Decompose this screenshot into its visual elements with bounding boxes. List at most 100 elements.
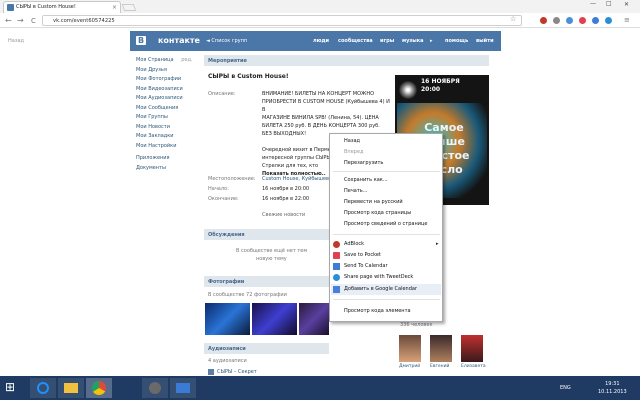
- ctx-back[interactable]: Назад: [344, 138, 360, 144]
- tab-title: СЫРЫ в Custom House!: [16, 4, 76, 10]
- nav-more-arrow-icon[interactable]: ▸: [430, 38, 433, 44]
- menu-news[interactable]: Мои Новости: [136, 124, 196, 134]
- menu-friends[interactable]: Мои Друзья: [136, 67, 196, 77]
- bookmark-star-icon[interactable]: ☆: [510, 15, 516, 23]
- pocket-extension-icon[interactable]: [579, 17, 586, 24]
- ie-icon: [37, 382, 49, 394]
- close-window-button[interactable]: ✕: [624, 1, 629, 8]
- end-value: 16 ноября в 22:00: [262, 196, 310, 202]
- forward-icon[interactable]: →: [17, 16, 24, 25]
- back-icon[interactable]: ←: [5, 16, 12, 25]
- ctx-translate[interactable]: Перевести на русский: [344, 199, 403, 205]
- google-calendar-icon: [333, 286, 340, 293]
- poster-date: 16 НОЯБРЯ: [421, 78, 460, 85]
- ctx-inspect-element[interactable]: Просмотр кода элемента: [344, 308, 411, 314]
- menu-my-page[interactable]: Моя Страница ред.: [136, 57, 196, 67]
- ctx-page-info[interactable]: Просмотр сведений о странице: [344, 221, 427, 227]
- url-field[interactable]: vk.com/event60574225: [42, 15, 522, 26]
- menu-groups[interactable]: Мои Группы: [136, 114, 196, 124]
- ctx-adblock[interactable]: AdBlock: [344, 241, 364, 247]
- explorer-taskbar-button[interactable]: [58, 378, 84, 398]
- member-avatar[interactable]: [461, 335, 483, 362]
- poster-time: 20:00: [421, 86, 441, 93]
- ctx-share-tweetdeck[interactable]: Share page with TweetDeck: [344, 274, 413, 280]
- photo-thumbnail[interactable]: [299, 303, 329, 335]
- member-name[interactable]: Елизавета: [461, 364, 486, 369]
- photos-count: В сообществе 72 фотографии: [208, 292, 287, 298]
- member-avatar[interactable]: [430, 335, 452, 362]
- ctx-save-as[interactable]: Сохранить как...: [344, 177, 388, 183]
- members-count: 336 человек: [400, 322, 433, 328]
- menu-messages[interactable]: Мои Сообщения: [136, 105, 196, 115]
- photos-header[interactable]: Фотографии: [204, 276, 329, 287]
- nav-help[interactable]: помощь: [445, 38, 468, 44]
- calendar-extension-icon[interactable]: [592, 17, 599, 24]
- headphones-extension-icon[interactable]: [553, 17, 560, 24]
- nav-games[interactable]: игры: [380, 38, 394, 44]
- ctx-send-to-calendar[interactable]: Send To Calendar: [344, 263, 388, 269]
- ie-taskbar-button[interactable]: [30, 378, 56, 398]
- member-avatar[interactable]: [399, 335, 421, 362]
- chrome-taskbar-button[interactable]: [86, 378, 112, 398]
- nav-music[interactable]: музыка: [402, 38, 424, 44]
- photo-thumbnail[interactable]: [252, 303, 297, 335]
- member-name[interactable]: Дмитрий: [399, 364, 420, 369]
- groups-list-link[interactable]: ◄ Список групп: [206, 38, 247, 44]
- back-link[interactable]: Назад: [8, 38, 24, 44]
- close-tab-icon[interactable]: ×: [112, 4, 117, 11]
- start-button[interactable]: ⊞: [5, 380, 15, 394]
- ctx-add-google-calendar[interactable]: Добавить в Google Calendar: [344, 286, 417, 292]
- nav-people[interactable]: люди: [313, 38, 329, 44]
- new-tab-button[interactable]: [121, 4, 137, 11]
- audio-header[interactable]: Аудиозаписи: [204, 343, 329, 354]
- ctx-reload[interactable]: Перезагрузить: [344, 160, 383, 166]
- extension-icon[interactable]: [566, 17, 573, 24]
- event-title: СЫРЫ в Custom House!: [208, 73, 289, 80]
- ctx-forward: Вперед: [344, 149, 364, 155]
- menu-apps[interactable]: Приложения: [136, 155, 196, 165]
- vk-logo[interactable]: В: [136, 36, 147, 45]
- app-icon: [176, 383, 190, 393]
- ctx-separator: [333, 171, 440, 172]
- vk-favicon-icon: [7, 4, 14, 11]
- play-icon[interactable]: [208, 369, 214, 375]
- location-value[interactable]: Custom House, Куйбышева: [262, 176, 332, 182]
- photo-thumbnail[interactable]: [205, 303, 250, 335]
- ctx-print[interactable]: Печать...: [344, 188, 367, 194]
- menu-videos[interactable]: Мои Видеозаписи: [136, 86, 196, 96]
- submenu-arrow-icon: ▸: [436, 241, 439, 247]
- start-label: Начало:: [208, 186, 229, 192]
- menu-bookmarks[interactable]: Мои Закладки: [136, 133, 196, 143]
- menu-photos[interactable]: Мои Фотографии: [136, 76, 196, 86]
- menu-audio[interactable]: Мои Аудиозаписи: [136, 95, 196, 105]
- adblock-extension-icon[interactable]: [540, 17, 547, 24]
- member-name[interactable]: Евгений: [430, 364, 449, 369]
- menu-edit-link[interactable]: ред.: [181, 57, 192, 63]
- ctx-save-to-pocket[interactable]: Save to Pocket: [344, 252, 381, 258]
- discussions-new-topic[interactable]: новую тему: [256, 256, 287, 262]
- event-section-header: Мероприятие: [204, 55, 489, 66]
- app-taskbar-button[interactable]: [142, 378, 168, 398]
- ctx-view-source[interactable]: Просмотр кода страницы: [344, 210, 411, 216]
- latest-news-link[interactable]: Свежие новости: [262, 212, 305, 218]
- discussions-header[interactable]: Обсуждения: [204, 229, 329, 240]
- nav-communities[interactable]: сообщества: [338, 38, 373, 44]
- app-taskbar-button[interactable]: [170, 378, 196, 398]
- minimize-button[interactable]: —: [590, 0, 596, 7]
- clock-time: 19:31: [605, 381, 620, 387]
- language-indicator[interactable]: ENG: [560, 385, 571, 391]
- audio-item[interactable]: СЫРЫ – Секрет: [217, 369, 257, 375]
- menu-documents[interactable]: Документы: [136, 165, 196, 175]
- taskbar-clock[interactable]: 19:31 10.11.2013: [598, 380, 627, 396]
- maximize-button[interactable]: □: [606, 0, 612, 7]
- vk-logo-text[interactable]: контакте: [158, 36, 200, 45]
- tweetdeck-extension-icon[interactable]: [605, 17, 612, 24]
- adblock-icon: [333, 241, 340, 248]
- browser-menu-icon[interactable]: ≡: [624, 16, 630, 24]
- reload-icon[interactable]: C: [31, 17, 36, 25]
- browser-tab[interactable]: СЫРЫ в Custom House! ×: [3, 1, 121, 13]
- left-menu: Моя Страница ред. Мои Друзья Мои Фотогра…: [136, 57, 196, 174]
- menu-settings[interactable]: Мои Настройки: [136, 143, 196, 153]
- nav-logout[interactable]: выйти: [476, 38, 494, 44]
- tweetdeck-icon: [333, 274, 340, 281]
